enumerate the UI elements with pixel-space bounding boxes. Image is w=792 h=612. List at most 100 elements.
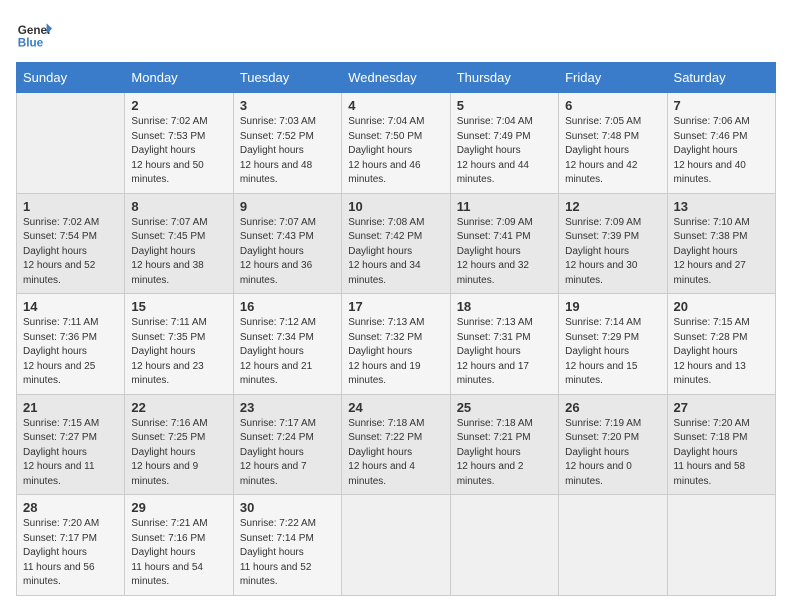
weekday-header-thursday: Thursday xyxy=(450,63,558,93)
day-number: 2 xyxy=(131,98,226,113)
day-number: 6 xyxy=(565,98,660,113)
day-info: Sunrise: 7:13 AMSunset: 7:31 PMDaylight … xyxy=(457,317,533,386)
calendar-cell: 13 Sunrise: 7:10 AMSunset: 7:38 PMDayligh… xyxy=(667,193,775,294)
day-number: 3 xyxy=(240,98,335,113)
day-info: Sunrise: 7:12 AMSunset: 7:34 PMDaylight … xyxy=(240,317,316,386)
calendar-cell: 14 Sunrise: 7:11 AMSunset: 7:36 PMDayligh… xyxy=(17,294,125,395)
day-number: 5 xyxy=(457,98,552,113)
day-number: 27 xyxy=(674,400,769,415)
calendar-cell: 9Sunrise: 7:07 AMSunset: 7:43 PMDaylight… xyxy=(233,193,341,294)
day-info: Sunrise: 7:10 AMSunset: 7:38 PMDaylight … xyxy=(674,217,750,286)
day-number: 8 xyxy=(131,199,226,214)
day-info: Sunrise: 7:08 AMSunset: 7:42 PMDaylight … xyxy=(348,217,424,286)
calendar-header: SundayMondayTuesdayWednesdayThursdayFrid… xyxy=(17,63,776,93)
calendar-cell xyxy=(342,495,450,596)
calendar-cell: 21Sunrise: 7:15 AMSunset: 7:27 PMDayligh… xyxy=(17,394,125,495)
calendar-cell: 22Sunrise: 7:16 AMSunset: 7:25 PMDayligh… xyxy=(125,394,233,495)
calendar-cell: 20 Sunrise: 7:15 AMSunset: 7:28 PMDayligh… xyxy=(667,294,775,395)
calendar-cell xyxy=(667,495,775,596)
day-info: Sunrise: 7:02 AMSunset: 7:54 PMDaylight … xyxy=(23,217,99,286)
day-info: Sunrise: 7:15 AMSunset: 7:28 PMDaylight … xyxy=(674,317,750,386)
calendar-cell: 27 Sunrise: 7:20 AMSunset: 7:18 PMDayligh… xyxy=(667,394,775,495)
calendar-cell: 10 Sunrise: 7:08 AMSunset: 7:42 PMDayligh… xyxy=(342,193,450,294)
day-info: Sunrise: 7:09 AMSunset: 7:39 PMDaylight … xyxy=(565,217,641,286)
day-number: 20 xyxy=(674,299,769,314)
day-number: 1 xyxy=(23,199,118,214)
day-info: Sunrise: 7:14 AMSunset: 7:29 PMDaylight … xyxy=(565,317,641,386)
day-info: Sunrise: 7:11 AMSunset: 7:35 PMDaylight … xyxy=(131,317,206,386)
day-number: 25 xyxy=(457,400,552,415)
calendar-cell: 28 Sunrise: 7:20 AMSunset: 7:17 PMDayligh… xyxy=(17,495,125,596)
weekday-header-monday: Monday xyxy=(125,63,233,93)
weekday-header-tuesday: Tuesday xyxy=(233,63,341,93)
day-number: 29 xyxy=(131,500,226,515)
calendar-week-row: 2 Sunrise: 7:02 AMSunset: 7:53 PMDaylight… xyxy=(17,93,776,194)
day-info: Sunrise: 7:06 AMSunset: 7:46 PMDaylight … xyxy=(674,116,750,185)
weekday-header-sunday: Sunday xyxy=(17,63,125,93)
calendar-cell: 29 Sunrise: 7:21 AMSunset: 7:16 PMDayligh… xyxy=(125,495,233,596)
weekday-header-friday: Friday xyxy=(559,63,667,93)
calendar-table: SundayMondayTuesdayWednesdayThursdayFrid… xyxy=(16,62,776,596)
day-info: Sunrise: 7:11 AMSunset: 7:36 PMDaylight … xyxy=(23,317,98,386)
calendar-cell: 8 Sunrise: 7:07 AMSunset: 7:45 PMDaylight… xyxy=(125,193,233,294)
calendar-cell: 3 Sunrise: 7:03 AMSunset: 7:52 PMDaylight… xyxy=(233,93,341,194)
day-number: 16 xyxy=(240,299,335,314)
calendar-cell: 5 Sunrise: 7:04 AMSunset: 7:49 PMDaylight… xyxy=(450,93,558,194)
calendar-cell: 30 Sunrise: 7:22 AMSunset: 7:14 PMDayligh… xyxy=(233,495,341,596)
calendar-cell xyxy=(450,495,558,596)
weekday-header-wednesday: Wednesday xyxy=(342,63,450,93)
calendar-cell: 24Sunrise: 7:18 AMSunset: 7:22 PMDayligh… xyxy=(342,394,450,495)
day-number: 15 xyxy=(131,299,226,314)
calendar-cell: 18 Sunrise: 7:13 AMSunset: 7:31 PMDayligh… xyxy=(450,294,558,395)
calendar-week-row: 28 Sunrise: 7:20 AMSunset: 7:17 PMDayligh… xyxy=(17,495,776,596)
calendar-cell: 11Sunrise: 7:09 AMSunset: 7:41 PMDayligh… xyxy=(450,193,558,294)
day-number: 18 xyxy=(457,299,552,314)
day-info: Sunrise: 7:07 AMSunset: 7:45 PMDaylight … xyxy=(131,217,207,286)
calendar-cell: 2 Sunrise: 7:02 AMSunset: 7:53 PMDaylight… xyxy=(125,93,233,194)
day-info: Sunrise: 7:04 AMSunset: 7:49 PMDaylight … xyxy=(457,116,533,185)
day-info: Sunrise: 7:07 AMSunset: 7:43 PMDaylight … xyxy=(240,217,316,286)
day-info: Sunrise: 7:21 AMSunset: 7:16 PMDaylight … xyxy=(131,518,207,587)
day-info: Sunrise: 7:02 AMSunset: 7:53 PMDaylight … xyxy=(131,116,207,185)
day-info: Sunrise: 7:22 AMSunset: 7:14 PMDaylight … xyxy=(240,518,316,587)
weekday-header-saturday: Saturday xyxy=(667,63,775,93)
day-info: Sunrise: 7:18 AMSunset: 7:21 PMDaylight … xyxy=(457,418,533,487)
logo: General Blue xyxy=(16,16,52,52)
day-info: Sunrise: 7:04 AMSunset: 7:50 PMDaylight … xyxy=(348,116,424,185)
day-number: 13 xyxy=(674,199,769,214)
logo-icon: General Blue xyxy=(16,16,52,52)
calendar-week-row: 14 Sunrise: 7:11 AMSunset: 7:36 PMDayligh… xyxy=(17,294,776,395)
day-number: 4 xyxy=(348,98,443,113)
calendar-cell: 26 Sunrise: 7:19 AMSunset: 7:20 PMDayligh… xyxy=(559,394,667,495)
svg-text:Blue: Blue xyxy=(18,37,44,50)
calendar-cell: 7 Sunrise: 7:06 AMSunset: 7:46 PMDaylight… xyxy=(667,93,775,194)
day-number: 22 xyxy=(131,400,226,415)
day-number: 28 xyxy=(23,500,118,515)
day-number: 7 xyxy=(674,98,769,113)
calendar-cell xyxy=(17,93,125,194)
day-number: 21 xyxy=(23,400,118,415)
calendar-cell: 25 Sunrise: 7:18 AMSunset: 7:21 PMDayligh… xyxy=(450,394,558,495)
day-info: Sunrise: 7:18 AMSunset: 7:22 PMDaylight … xyxy=(348,418,424,487)
calendar-week-row: 1 Sunrise: 7:02 AMSunset: 7:54 PMDaylight… xyxy=(17,193,776,294)
calendar-cell: 1 Sunrise: 7:02 AMSunset: 7:54 PMDaylight… xyxy=(17,193,125,294)
calendar-cell: 17Sunrise: 7:13 AMSunset: 7:32 PMDayligh… xyxy=(342,294,450,395)
day-info: Sunrise: 7:03 AMSunset: 7:52 PMDaylight … xyxy=(240,116,316,185)
day-number: 30 xyxy=(240,500,335,515)
calendar-cell: 15 Sunrise: 7:11 AMSunset: 7:35 PMDayligh… xyxy=(125,294,233,395)
calendar-cell: 4 Sunrise: 7:04 AMSunset: 7:50 PMDaylight… xyxy=(342,93,450,194)
day-number: 14 xyxy=(23,299,118,314)
day-number: 12 xyxy=(565,199,660,214)
day-number: 10 xyxy=(348,199,443,214)
day-number: 26 xyxy=(565,400,660,415)
calendar-cell xyxy=(559,495,667,596)
day-info: Sunrise: 7:20 AMSunset: 7:17 PMDaylight … xyxy=(23,518,99,587)
day-info: Sunrise: 7:05 AMSunset: 7:48 PMDaylight … xyxy=(565,116,641,185)
day-number: 23 xyxy=(240,400,335,415)
calendar-week-row: 21Sunrise: 7:15 AMSunset: 7:27 PMDayligh… xyxy=(17,394,776,495)
calendar-cell: 19Sunrise: 7:14 AMSunset: 7:29 PMDayligh… xyxy=(559,294,667,395)
day-info: Sunrise: 7:09 AMSunset: 7:41 PMDaylight … xyxy=(457,217,533,286)
day-info: Sunrise: 7:19 AMSunset: 7:20 PMDaylight … xyxy=(565,418,641,487)
calendar-cell: 23Sunrise: 7:17 AMSunset: 7:24 PMDayligh… xyxy=(233,394,341,495)
day-info: Sunrise: 7:20 AMSunset: 7:18 PMDaylight … xyxy=(674,418,750,487)
